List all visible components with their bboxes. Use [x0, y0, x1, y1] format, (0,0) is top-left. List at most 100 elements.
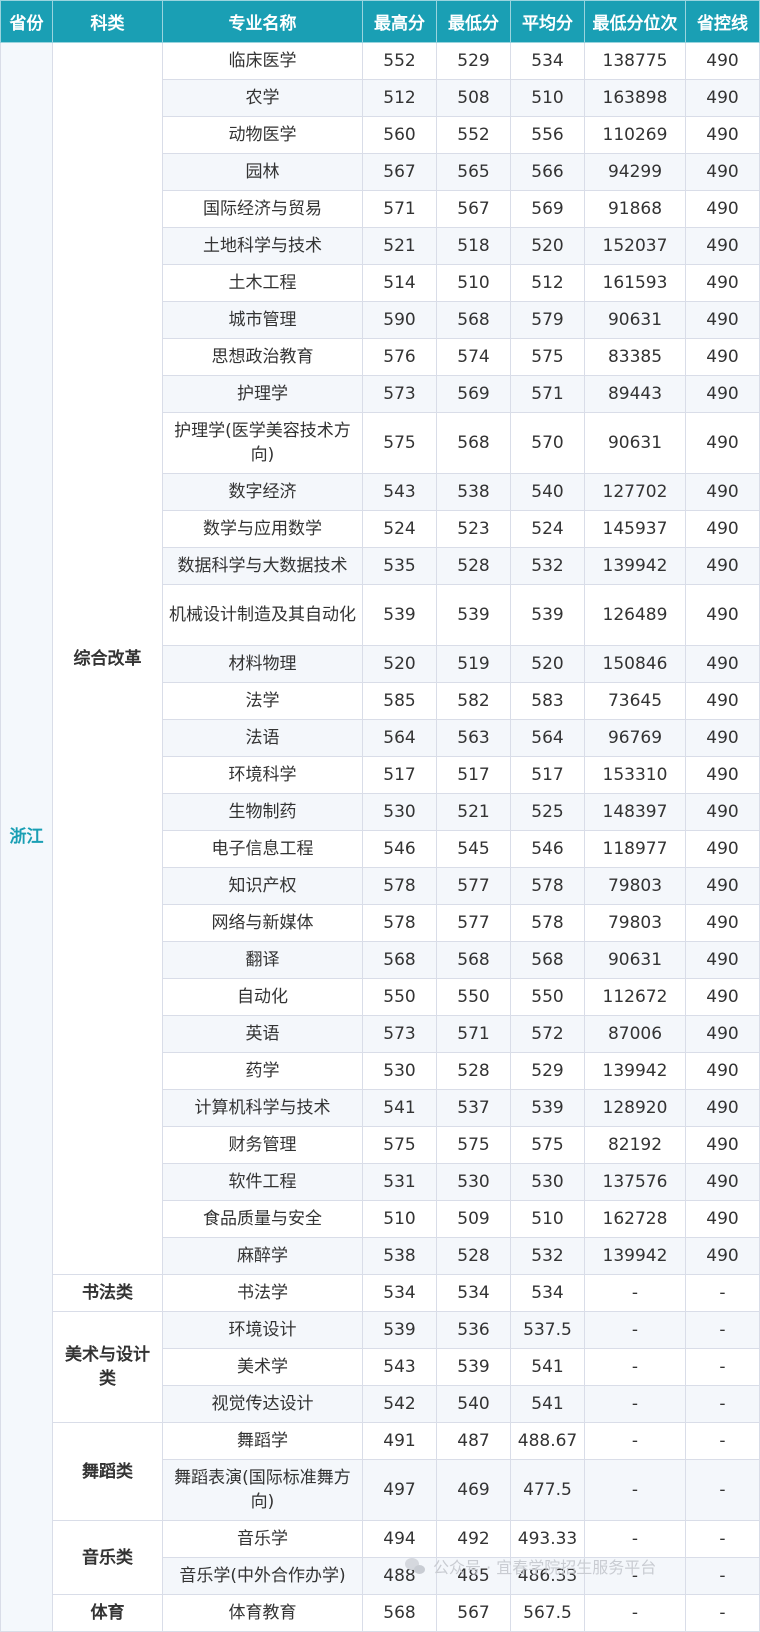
min-rank-cell: -: [584, 1274, 686, 1312]
category-cell: 舞蹈类: [52, 1422, 163, 1521]
min-rank-cell: 139942: [584, 547, 686, 585]
category-cell: 体育: [52, 1594, 163, 1632]
avg-score-cell: 570: [510, 412, 585, 474]
major-name-cell: 电子信息工程: [162, 830, 363, 868]
control-line-cell: -: [685, 1594, 760, 1632]
control-line-cell: 490: [685, 227, 760, 265]
table-row: 书法类 书法学 534 534 534- -: [1, 1274, 760, 1312]
province-cell: 浙江: [0, 42, 53, 1632]
min-score-cell: 492: [436, 1520, 511, 1558]
major-name-cell: 财务管理: [162, 1126, 363, 1164]
avg-score-cell: 556: [510, 116, 585, 154]
min-rank-cell: 82192: [584, 1126, 686, 1164]
control-line-cell: 490: [685, 1237, 760, 1275]
avg-score-cell: 477.5: [510, 1459, 585, 1521]
avg-score-cell: 569: [510, 190, 585, 228]
min-score-cell: 539: [436, 1348, 511, 1386]
avg-score-cell: 566: [510, 153, 585, 191]
min-rank-cell: 152037: [584, 227, 686, 265]
min-score-cell: 529: [436, 42, 511, 80]
max-score-cell: 546: [362, 830, 437, 868]
control-line-cell: 490: [685, 1126, 760, 1164]
min-score-cell: 567: [436, 190, 511, 228]
max-score-cell: 560: [362, 116, 437, 154]
min-score-cell: 528: [436, 1052, 511, 1090]
major-name-cell: 食品质量与安全: [162, 1200, 363, 1238]
avg-score-cell: 530: [510, 1163, 585, 1201]
max-score-cell: 543: [362, 473, 437, 511]
control-line-cell: -: [685, 1459, 760, 1521]
max-score-cell: 530: [362, 793, 437, 831]
min-score-cell: 577: [436, 867, 511, 905]
min-rank-cell: -: [584, 1348, 686, 1386]
control-line-cell: 490: [685, 338, 760, 376]
min-score-cell: 567: [436, 1594, 511, 1632]
min-score-cell: 582: [436, 682, 511, 720]
major-name-cell: 软件工程: [162, 1163, 363, 1201]
min-score-cell: 536: [436, 1311, 511, 1349]
max-score-cell: 564: [362, 719, 437, 757]
max-score-cell: 491: [362, 1422, 437, 1460]
major-name-cell: 舞蹈表演(国际标准舞方向): [162, 1459, 363, 1521]
min-score-cell: 509: [436, 1200, 511, 1238]
control-line-cell: 490: [685, 1052, 760, 1090]
min-score-cell: 545: [436, 830, 511, 868]
avg-score-cell: 517: [510, 756, 585, 794]
major-name-cell: 药学: [162, 1052, 363, 1090]
min-score-cell: 552: [436, 116, 511, 154]
max-score-cell: 539: [362, 584, 437, 646]
major-name-cell: 视觉传达设计: [162, 1385, 363, 1423]
major-name-cell: 计算机科学与技术: [162, 1089, 363, 1127]
max-score-cell: 585: [362, 682, 437, 720]
min-rank-cell: 128920: [584, 1089, 686, 1127]
header-province: 省份: [0, 0, 53, 43]
max-score-cell: 535: [362, 547, 437, 585]
min-rank-cell: -: [584, 1594, 686, 1632]
avg-score-cell: 572: [510, 1015, 585, 1053]
table-row: 音乐类 音乐学 494 492 493.33- -: [1, 1520, 760, 1595]
control-line-cell: 490: [685, 473, 760, 511]
avg-score-cell: 529: [510, 1052, 585, 1090]
min-score-cell: 508: [436, 79, 511, 117]
table-body: 浙江 综合改革 临床医学 552 529 534 138775 490 农学 512 508 510 1…: [0, 42, 760, 1632]
avg-score-cell: 550: [510, 978, 585, 1016]
min-score-cell: 530: [436, 1163, 511, 1201]
min-score-cell: 534: [436, 1274, 511, 1312]
min-rank-cell: 91868: [584, 190, 686, 228]
header-min-rank: 最低分位次: [584, 0, 686, 43]
control-line-cell: 490: [685, 682, 760, 720]
min-rank-cell: 79803: [584, 904, 686, 942]
control-line-cell: 490: [685, 756, 760, 794]
min-rank-cell: 138775: [584, 42, 686, 80]
avg-score-cell: 567.5: [510, 1594, 585, 1632]
major-name-cell: 环境科学: [162, 756, 363, 794]
control-line-cell: 490: [685, 1089, 760, 1127]
table-row: 浙江 综合改革 临床医学 552 529 534 138775 490: [0, 42, 760, 1632]
header-major: 专业名称: [162, 0, 363, 43]
min-score-cell: 487: [436, 1422, 511, 1460]
avg-score-cell: 539: [510, 1089, 585, 1127]
control-line-cell: 490: [685, 42, 760, 80]
max-score-cell: 524: [362, 510, 437, 548]
max-score-cell: 531: [362, 1163, 437, 1201]
max-score-cell: 539: [362, 1311, 437, 1349]
avg-score-cell: 541: [510, 1348, 585, 1386]
max-score-cell: 517: [362, 756, 437, 794]
max-score-cell: 543: [362, 1348, 437, 1386]
control-line-cell: 490: [685, 547, 760, 585]
avg-score-cell: 488.67: [510, 1422, 585, 1460]
avg-score-cell: 520: [510, 645, 585, 683]
min-rank-cell: 110269: [584, 116, 686, 154]
max-score-cell: 530: [362, 1052, 437, 1090]
category-cell: 综合改革: [52, 42, 163, 1275]
min-rank-cell: 90631: [584, 941, 686, 979]
control-line-cell: -: [685, 1274, 760, 1312]
major-name-cell: 思想政治教育: [162, 338, 363, 376]
major-name-cell: 材料物理: [162, 645, 363, 683]
control-line-cell: -: [685, 1520, 760, 1558]
max-score-cell: 534: [362, 1274, 437, 1312]
major-name-cell: 翻译: [162, 941, 363, 979]
min-rank-cell: -: [584, 1520, 686, 1558]
header-min-score: 最低分: [436, 0, 511, 43]
max-score-cell: 552: [362, 42, 437, 80]
